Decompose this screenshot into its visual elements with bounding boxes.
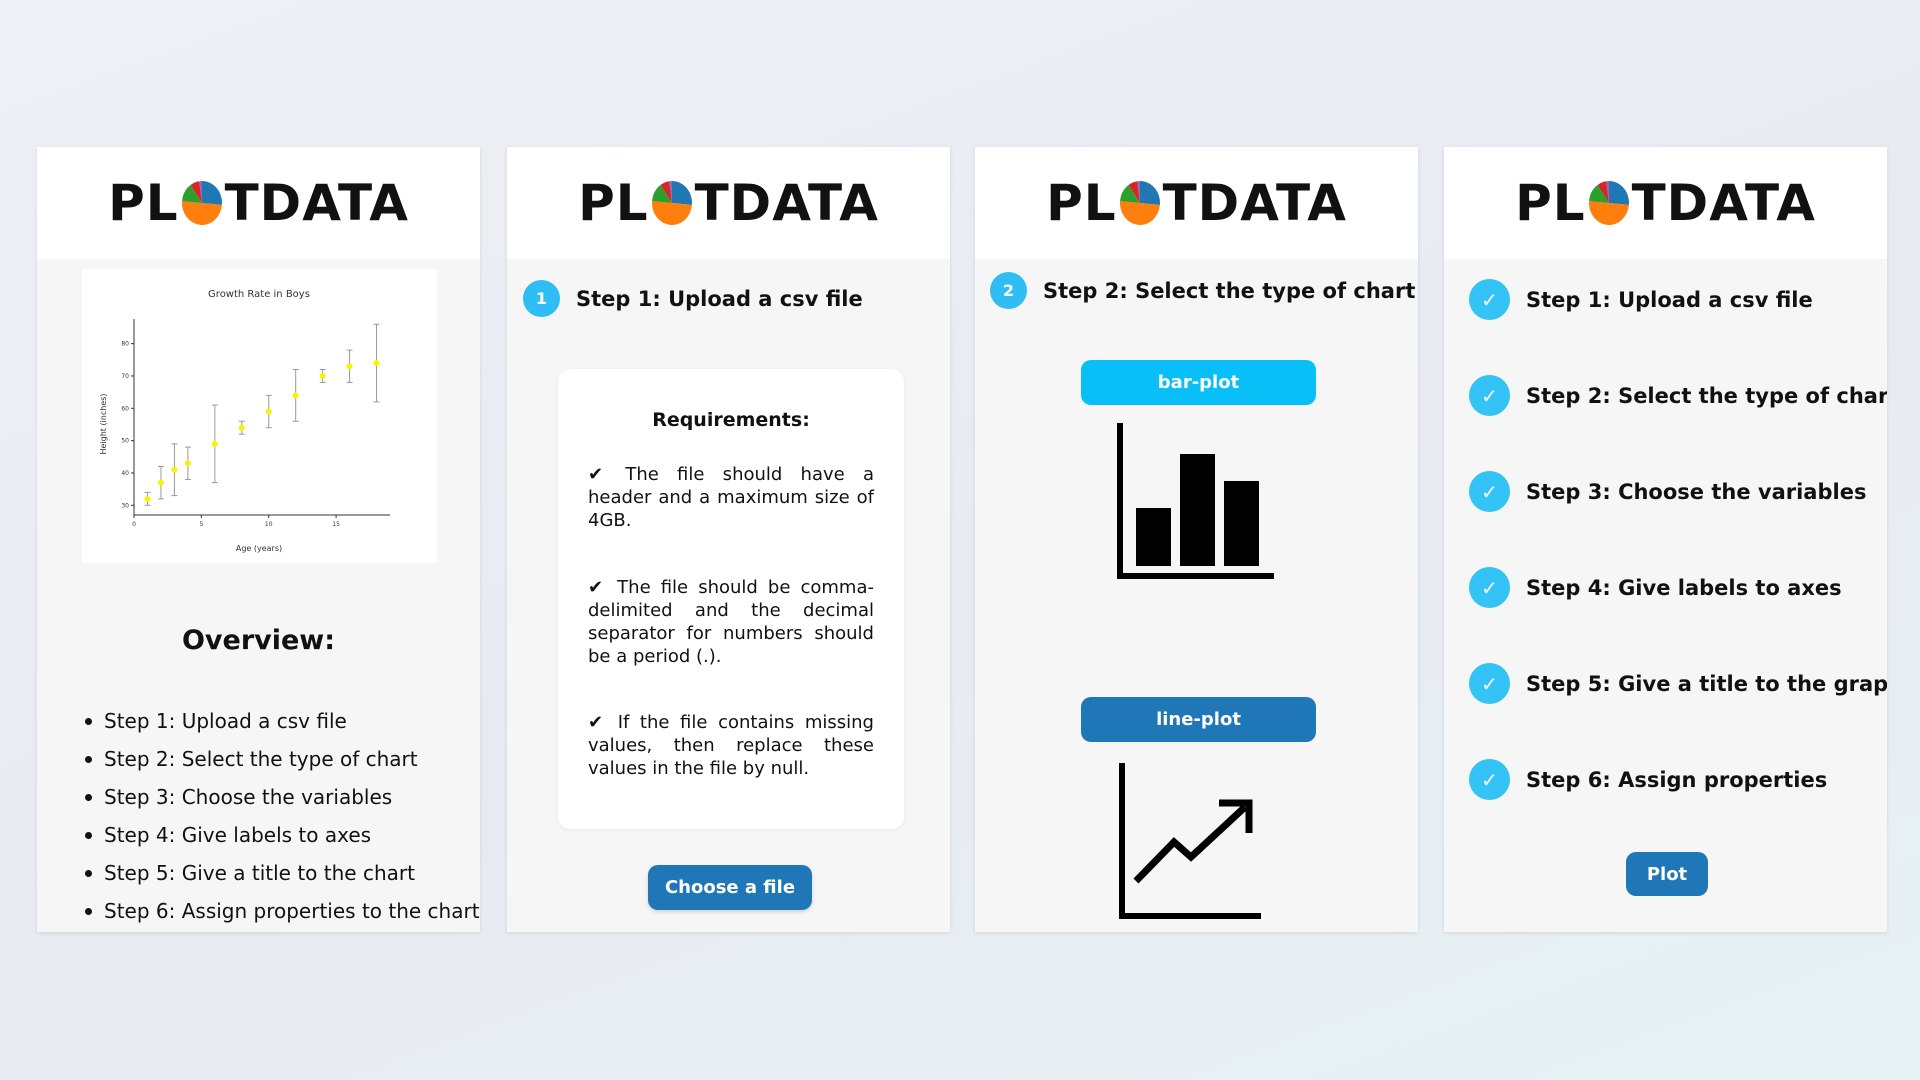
- choose-file-button[interactable]: Choose a file: [648, 865, 812, 910]
- list-item: Step 3: Choose the variables: [85, 778, 480, 816]
- logo-bar: PL TDATA: [1444, 147, 1887, 259]
- list-item: Step 2: Select the type of chart: [85, 740, 480, 778]
- pie-chart-logo-icon: [651, 180, 693, 226]
- plot-button[interactable]: Plot: [1626, 852, 1708, 896]
- logo-pie-slice: [671, 181, 692, 205]
- check-icon: ✓: [1469, 471, 1510, 512]
- data-point: [171, 466, 178, 473]
- overview-panel: PL TDATA Growth Rate in Boys Age (years)…: [37, 147, 480, 932]
- logo-pie-slice: [1139, 181, 1160, 205]
- x-tick-label: 10: [265, 521, 273, 528]
- requirement-item: ✔ The file should have a header and a ma…: [588, 464, 874, 531]
- bar-chart-icon[interactable]: [1117, 423, 1277, 583]
- logo-pie-slice: [651, 201, 692, 225]
- data-point: [292, 392, 299, 399]
- example-chart: Growth Rate in Boys Age (years) Height (…: [82, 269, 437, 563]
- plotdata-logo: PL TDATA: [578, 174, 879, 232]
- step-title: Step 1: Upload a csv file: [576, 286, 863, 311]
- step-header: 1 Step 1: Upload a csv file: [523, 280, 863, 317]
- y-tick-label: 50: [121, 438, 129, 445]
- completed-step: ✓ Step 4: Give labels to axes: [1469, 567, 1842, 608]
- logo-pie-slice: [1588, 201, 1629, 225]
- bullet: [85, 869, 92, 877]
- data-point: [346, 363, 353, 370]
- bullet: [85, 793, 92, 801]
- bullet: [85, 831, 92, 839]
- logo-pie-slice: [1608, 181, 1629, 205]
- pie-chart-logo-icon: [1588, 180, 1630, 226]
- list-item: Step 1: Upload a csv file: [85, 702, 480, 740]
- list-item: Step 4: Give labels to axes: [85, 816, 480, 854]
- data-point: [319, 372, 326, 379]
- bar-plot-button[interactable]: bar-plot: [1081, 360, 1316, 405]
- step-title: Step 2: Select the type of chart: [1043, 278, 1416, 303]
- requirements-card: Requirements: ✔ The file should have a h…: [558, 369, 904, 829]
- logo-pie-slice: [181, 201, 222, 225]
- checkmark-icon: ✔: [588, 577, 604, 598]
- bullet: [85, 717, 92, 725]
- line-chart-icon[interactable]: [1119, 763, 1269, 919]
- plotdata-logo: PL TDATA: [1046, 174, 1347, 232]
- completed-step: ✓ Step 2: Select the type of chart: [1469, 375, 1887, 416]
- data-point: [211, 440, 218, 447]
- x-tick-label: 0: [132, 521, 136, 528]
- list-item: Step 6: Assign properties to the chart: [85, 892, 480, 930]
- bullet: [85, 907, 92, 915]
- logo-bar: PL TDATA: [507, 147, 950, 259]
- plotdata-logo: PL TDATA: [108, 174, 409, 232]
- step-number-badge: 1: [523, 280, 560, 317]
- chart-type-panel: PL TDATA 2 Step 2: Select the type of ch…: [975, 147, 1418, 932]
- chart-ylabel: Height (inches): [99, 393, 108, 454]
- line-plot-button[interactable]: line-plot: [1081, 697, 1316, 742]
- bullet: [85, 755, 92, 763]
- requirement-item: ✔ If the file contains missing values, t…: [588, 712, 874, 779]
- y-tick-label: 60: [121, 405, 129, 412]
- y-tick-label: 70: [121, 373, 129, 380]
- y-tick-label: 40: [121, 470, 129, 477]
- check-icon: ✓: [1469, 279, 1510, 320]
- pie-chart-logo-icon: [181, 180, 223, 226]
- logo-pie-slice: [1119, 201, 1160, 225]
- completed-step: ✓ Step 3: Choose the variables: [1469, 471, 1866, 512]
- data-point: [373, 360, 380, 367]
- chart-title: Growth Rate in Boys: [208, 289, 310, 300]
- completed-step: ✓ Step 1: Upload a csv file: [1469, 279, 1813, 320]
- logo-pie-slice: [201, 181, 222, 205]
- check-icon: ✓: [1469, 663, 1510, 704]
- x-tick-label: 15: [332, 521, 340, 528]
- completed-step: ✓ Step 5: Give a title to the graph: [1469, 663, 1887, 704]
- x-tick-label: 5: [199, 521, 203, 528]
- check-icon: ✓: [1469, 375, 1510, 416]
- overview-steps-list: Step 1: Upload a csv file Step 2: Select…: [85, 702, 480, 930]
- step-number-badge: 2: [990, 272, 1027, 309]
- logo-bar: PL TDATA: [37, 147, 480, 259]
- check-icon: ✓: [1469, 759, 1510, 800]
- data-point: [144, 495, 151, 502]
- overview-title: Overview:: [181, 625, 336, 656]
- data-point: [265, 408, 272, 415]
- logo-bar: PL TDATA: [975, 147, 1418, 259]
- chart-xlabel: Age (years): [236, 544, 282, 553]
- data-point: [157, 479, 164, 486]
- checkmark-icon: ✔: [588, 464, 604, 485]
- plotdata-logo: PL TDATA: [1515, 174, 1816, 232]
- pie-chart-logo-icon: [1119, 180, 1161, 226]
- requirements-title: Requirements:: [652, 409, 810, 431]
- step-header: 2 Step 2: Select the type of chart: [990, 272, 1415, 309]
- data-point: [184, 460, 191, 467]
- check-icon: ✓: [1469, 567, 1510, 608]
- completed-step: ✓ Step 6: Assign properties: [1469, 759, 1827, 800]
- summary-panel: PL TDATA ✓ Step 1: Upload a csv file ✓ S…: [1444, 147, 1887, 932]
- list-item: Step 5: Give a title to the chart: [85, 854, 480, 892]
- y-tick-label: 30: [121, 502, 129, 509]
- checkmark-icon: ✔: [588, 712, 604, 733]
- upload-panel: PL TDATA 1 Step 1: Upload a csv file Req…: [507, 147, 950, 932]
- y-tick-label: 80: [121, 341, 129, 348]
- requirement-item: ✔ The file should be comma-delimited and…: [588, 577, 874, 667]
- data-point: [238, 424, 245, 431]
